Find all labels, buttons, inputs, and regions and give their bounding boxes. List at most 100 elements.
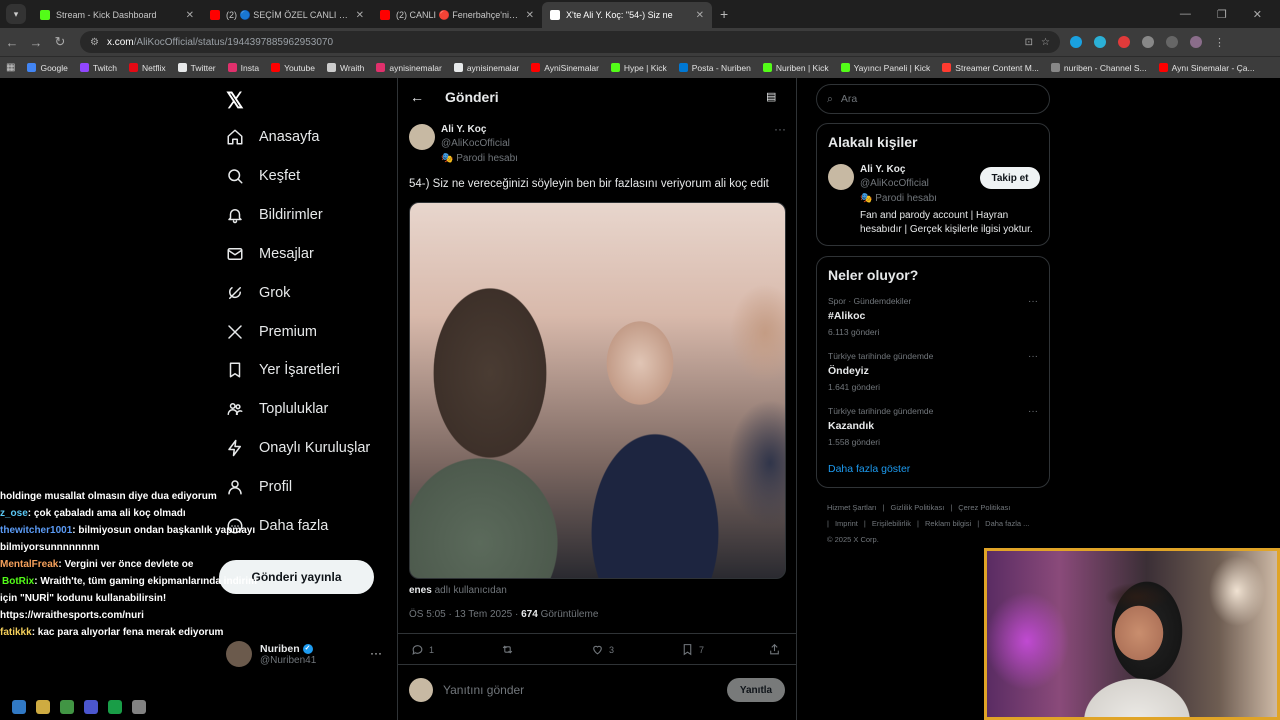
apps-grid-icon[interactable]: ▦ [6, 62, 15, 73]
discord-icon[interactable] [84, 700, 98, 714]
chat-username[interactable]: BotRix [2, 576, 34, 587]
extension-icon[interactable] [1070, 35, 1082, 48]
browser-tab[interactable]: (2) CANLI 🔴 Fenerbahçe'nin Y ✕ [372, 2, 542, 28]
menu-icon[interactable]: ⋮ [1214, 36, 1225, 49]
author-name[interactable]: Ali Y. Koç [441, 124, 486, 135]
bookmark-item[interactable]: Aynı Sinemalar - Ça... [1158, 63, 1255, 73]
account-switcher[interactable]: Nuriben ✓ @Nuriben41 ··· [226, 641, 382, 667]
browser-tab[interactable]: X'te Ali Y. Koç: "54-) Siz ne ✕ [542, 2, 712, 28]
browser-tab[interactable]: (2) 🔵 SEÇİM ÖZEL CANLI | Kul ✕ [202, 2, 372, 28]
tab-list-button[interactable]: ▾ [6, 4, 26, 24]
footer-link[interactable]: Daha fazla ... [985, 519, 1029, 528]
close-window-icon[interactable]: ✕ [1253, 8, 1262, 21]
browser-tab[interactable]: Stream - Kick Dashboard ✕ [32, 2, 202, 28]
site-info-icon[interactable]: ⚙ [90, 37, 99, 48]
footer-link[interactable]: Gizlilik Politikası [891, 503, 945, 512]
app-icon[interactable] [132, 700, 146, 714]
author-avatar[interactable] [409, 124, 435, 150]
bookmark-item[interactable]: Nuriben | Kick [762, 63, 829, 73]
footer-link[interactable]: Çerez Politikası [958, 503, 1010, 512]
related-name[interactable]: Ali Y. Koç [860, 164, 905, 175]
media-icon[interactable] [1166, 35, 1178, 48]
bookmark-action[interactable]: 7 [681, 643, 704, 656]
footer-link[interactable]: © 2025 X Corp. [827, 535, 879, 544]
nav-item-9[interactable]: Onaylı Kuruluşlar [226, 439, 370, 457]
bookmark-item[interactable]: Posta - Nuriben [678, 63, 751, 73]
chrome-icon[interactable] [60, 700, 74, 714]
follow-button[interactable]: Takip et [980, 167, 1040, 189]
url-input[interactable]: ⚙ x.com/AliKocOfficial/status/1944397885… [80, 31, 1060, 53]
chat-username[interactable]: fatikkk [0, 627, 32, 638]
back-arrow-icon[interactable]: ← [410, 89, 424, 105]
trend-item[interactable]: Türkiye tarihinde gündemde Kazandık 1.558 … [828, 406, 1038, 447]
close-tab-icon[interactable]: ✕ [186, 10, 194, 21]
bookmark-item[interactable]: aynisinemalar [376, 63, 442, 73]
nav-item-1[interactable]: Anasayfa [226, 128, 319, 146]
close-tab-icon[interactable]: ✕ [356, 10, 364, 21]
bookmark-item[interactable]: Streamer Content M... [942, 63, 1039, 73]
reader-mode-icon[interactable]: ▤ [766, 90, 776, 103]
bookmark-item[interactable]: Twitter [177, 63, 216, 73]
minimize-icon[interactable]: — [1180, 8, 1191, 21]
bookmark-item[interactable]: Insta [227, 63, 259, 73]
related-handle[interactable]: @AliKocOfficial [860, 178, 929, 189]
chat-username[interactable]: thewitcher1001 [0, 525, 72, 536]
install-app-icon[interactable]: ⊡ [1025, 37, 1033, 48]
search-input[interactable]: ⌕ Ara [816, 84, 1050, 114]
reply-action[interactable]: 1 [411, 643, 434, 656]
share-action[interactable] [768, 643, 781, 656]
like-action[interactable]: 3 [591, 643, 614, 656]
windows-start-icon[interactable] [12, 700, 26, 714]
footer-link[interactable]: Hizmet Şartları [827, 503, 877, 512]
post-video[interactable] [409, 202, 786, 579]
extensions-puzzle-icon[interactable] [1142, 35, 1154, 48]
x-logo-icon[interactable]: 𝕏 [226, 88, 244, 114]
trend-more-icon[interactable]: ··· [1028, 296, 1038, 307]
profile-avatar-icon[interactable] [1190, 35, 1202, 48]
chat-username[interactable]: z_ose [0, 508, 28, 519]
new-tab-button[interactable]: + [712, 6, 736, 22]
bookmark-item[interactable]: Wraith [326, 63, 364, 73]
show-more-link[interactable]: Daha fazla göster [828, 463, 910, 475]
nav-item-7[interactable]: Yer İşaretleri [226, 361, 340, 379]
close-tab-icon[interactable]: ✕ [696, 10, 704, 21]
related-avatar[interactable] [828, 164, 854, 190]
trend-more-icon[interactable]: ··· [1028, 406, 1038, 417]
trend-more-icon[interactable]: ··· [1028, 351, 1038, 362]
post-more-icon[interactable]: ··· [774, 122, 786, 136]
reply-button[interactable]: Yanıtla [727, 678, 785, 702]
more-icon[interactable]: ··· [370, 646, 382, 660]
footer-link[interactable]: Imprint [835, 519, 858, 528]
reply-input[interactable]: Yanıtını gönder [443, 683, 524, 697]
nav-item-2[interactable]: Keşfet [226, 167, 300, 185]
repost-action[interactable] [501, 643, 519, 656]
bookmark-star-icon[interactable]: ☆ [1041, 37, 1050, 48]
trend-item[interactable]: Spor · Gündemdekiler #Alikoc 6.113 gönderi… [828, 296, 1038, 337]
nav-item-4[interactable]: Mesajlar [226, 245, 314, 263]
bookmark-item[interactable]: Netflix [128, 63, 166, 73]
media-user[interactable]: enes [409, 585, 432, 596]
reload-icon[interactable]: ↻ [48, 34, 72, 50]
extension-icon[interactable] [1094, 35, 1106, 48]
post-timestamp[interactable]: ÖS 5:05 · 13 Tem 2025 · [409, 609, 518, 620]
footer-link[interactable]: Erişilebilirlik [872, 519, 911, 528]
close-tab-icon[interactable]: ✕ [526, 10, 534, 21]
bookmark-item[interactable]: Google [27, 63, 68, 73]
chat-username[interactable]: MentalFreak [0, 559, 58, 570]
bookmark-item[interactable]: Twitch [79, 63, 117, 73]
nav-item-5[interactable]: Grok [226, 284, 290, 302]
bookmark-item[interactable]: nuriben - Channel S... [1050, 63, 1147, 73]
author-handle[interactable]: @AliKocOfficial [441, 138, 510, 149]
spotify-icon[interactable] [108, 700, 122, 714]
trend-item[interactable]: Türkiye tarihinde gündemde Öndeyiz 1.641 g… [828, 351, 1038, 392]
forward-icon[interactable]: → [24, 35, 48, 50]
footer-link[interactable]: Reklam bilgisi [925, 519, 971, 528]
nav-item-8[interactable]: Topluluklar [226, 400, 328, 418]
nav-item-3[interactable]: Bildirimler [226, 206, 323, 224]
maximize-icon[interactable]: ❐ [1217, 8, 1227, 21]
bookmark-item[interactable]: aynisinemalar [453, 63, 519, 73]
file-explorer-icon[interactable] [36, 700, 50, 714]
bookmark-item[interactable]: Youtube [271, 63, 315, 73]
nav-item-6[interactable]: Premium [226, 323, 317, 341]
bookmark-item[interactable]: Yayıncı Paneli | Kick [840, 63, 930, 73]
